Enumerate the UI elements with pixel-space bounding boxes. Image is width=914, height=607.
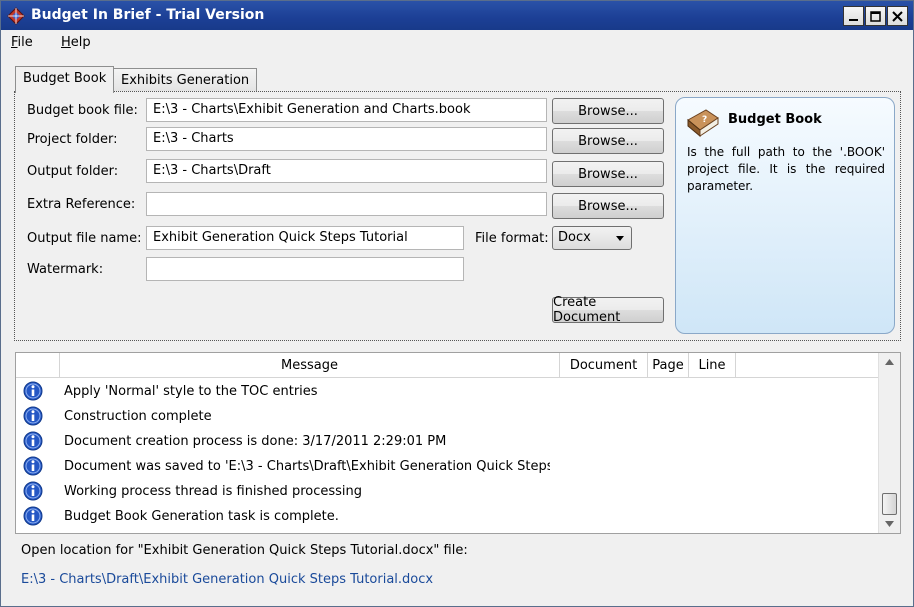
output-file-name-label: Output file name:	[27, 231, 142, 246]
column-line[interactable]: Line	[689, 353, 736, 378]
row-message: Apply 'Normal' style to the TOC entries	[64, 384, 318, 399]
output-folder-label: Output folder:	[27, 164, 119, 179]
column-page[interactable]: Page	[648, 353, 689, 378]
file-format-label: File format:	[475, 231, 549, 246]
chevron-down-icon	[616, 236, 624, 241]
browse-budget-book-button[interactable]: Browse...	[552, 98, 664, 124]
scroll-down-icon[interactable]	[885, 521, 894, 527]
scrollbar-thumb[interactable]	[882, 493, 897, 515]
open-location-text: Open location for "Exhibit Generation Qu…	[21, 543, 468, 558]
menu-file[interactable]: File	[11, 35, 33, 50]
maximize-button[interactable]	[865, 6, 886, 26]
message-grid[interactable]: Message Document Page Line Apply 'Normal…	[15, 352, 901, 534]
output-file-name-input[interactable]: Exhibit Generation Quick Steps Tutorial	[146, 226, 464, 250]
window-title: Budget In Brief - Trial Version	[31, 7, 265, 23]
extra-reference-label: Extra Reference:	[27, 197, 136, 212]
browse-output-folder-button[interactable]: Browse...	[552, 161, 664, 187]
menu-bar: File Help	[1, 30, 913, 56]
project-folder-input[interactable]: E:\3 - Charts	[146, 127, 547, 151]
scroll-up-icon[interactable]	[885, 359, 894, 365]
budget-book-file-input[interactable]: E:\3 - Charts\Exhibit Generation and Cha…	[146, 98, 547, 122]
watermark-input[interactable]	[146, 257, 464, 281]
app-logo-icon	[7, 7, 25, 25]
menu-help[interactable]: Help	[61, 35, 91, 50]
table-row[interactable]: Budget Book Generation task is complete.	[16, 504, 878, 529]
svg-text:?: ?	[702, 115, 707, 125]
menu-file-label: ile	[17, 35, 33, 50]
info-icon	[23, 406, 43, 426]
info-icon	[23, 481, 43, 501]
watermark-label: Watermark:	[27, 262, 104, 277]
grid-header-icon-col	[16, 353, 60, 378]
budget-book-file-label: Budget book file:	[27, 103, 138, 118]
info-icon	[23, 431, 43, 451]
info-icon	[23, 456, 43, 476]
menu-help-mnemonic: H	[61, 35, 71, 50]
grid-header: Message Document Page Line	[16, 353, 878, 378]
project-folder-label: Project folder:	[27, 132, 118, 147]
tab-budget-book[interactable]: Budget Book	[15, 66, 115, 93]
create-document-button[interactable]: Create Document	[552, 295, 664, 325]
table-row[interactable]: Working process thread is finished proce…	[16, 479, 878, 504]
output-folder-input[interactable]: E:\3 - Charts\Draft	[146, 159, 547, 183]
column-message[interactable]: Message	[60, 353, 560, 378]
close-icon	[892, 10, 903, 22]
tab-exhibits-generation[interactable]: Exhibits Generation	[113, 68, 258, 93]
file-format-value: Docx	[558, 230, 591, 245]
book-icon: ?	[687, 109, 719, 138]
help-panel: ? Budget Book Is the full path to the '.…	[675, 97, 895, 334]
file-format-select[interactable]: Docx	[552, 226, 632, 250]
info-icon	[23, 381, 43, 401]
app-window: Budget In Brief - Trial Version File Hel…	[0, 0, 914, 607]
table-row[interactable]: Document was saved to 'E:\3 - Charts\Dra…	[16, 454, 878, 479]
browse-extra-reference-button[interactable]: Browse...	[552, 193, 664, 219]
menu-help-label: elp	[70, 35, 91, 50]
browse-project-folder-button[interactable]: Browse...	[552, 128, 664, 154]
maximize-icon	[870, 10, 881, 22]
info-icon	[23, 506, 43, 526]
grid-vertical-scrollbar[interactable]	[878, 353, 900, 533]
column-document[interactable]: Document	[560, 353, 648, 378]
close-button[interactable]	[887, 6, 908, 26]
row-message: Construction complete	[64, 409, 212, 424]
minimize-icon	[849, 18, 858, 21]
row-message: Document was saved to 'E:\3 - Charts\Dra…	[64, 459, 550, 474]
help-title: Budget Book	[728, 112, 822, 127]
table-row[interactable]: Construction complete	[16, 404, 878, 429]
extra-reference-input[interactable]	[146, 192, 547, 216]
help-body: Is the full path to the '.BOOK' project …	[687, 145, 885, 193]
row-message: Working process thread is finished proce…	[64, 484, 362, 499]
table-row[interactable]: Document creation process is done: 3/17/…	[16, 429, 878, 454]
minimize-button[interactable]	[843, 6, 864, 26]
row-message: Budget Book Generation task is complete.	[64, 509, 339, 524]
output-file-link[interactable]: E:\3 - Charts\Draft\Exhibit Generation Q…	[21, 572, 433, 587]
row-message: Document creation process is done: 3/17/…	[64, 434, 447, 449]
table-row[interactable]: Apply 'Normal' style to the TOC entries	[16, 379, 878, 404]
title-bar[interactable]: Budget In Brief - Trial Version	[1, 1, 913, 30]
